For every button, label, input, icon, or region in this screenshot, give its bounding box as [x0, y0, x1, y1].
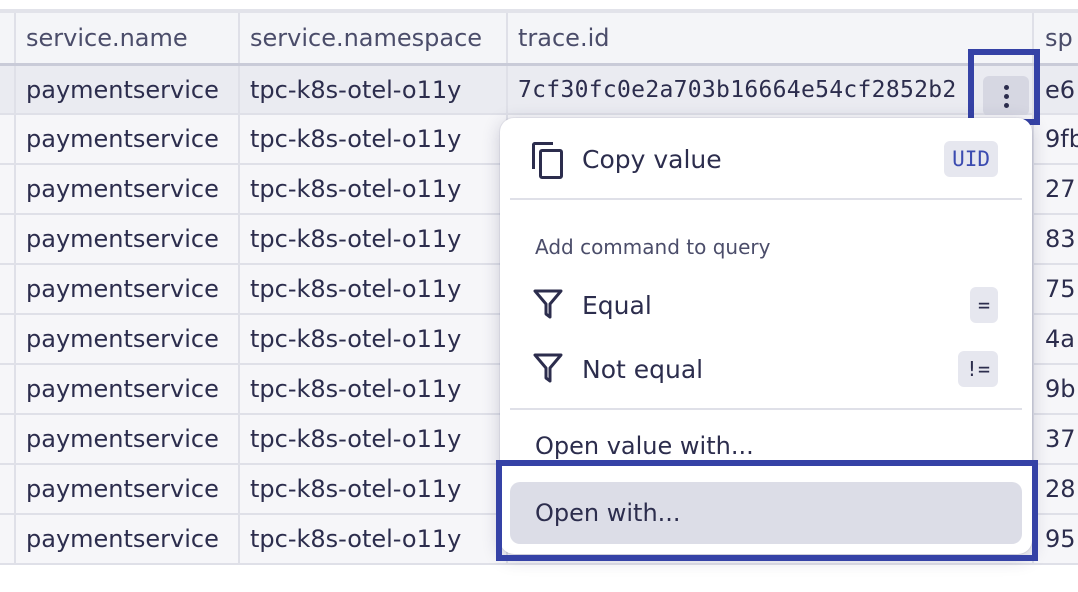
cell-service-namespace[interactable]: tpc-k8s-otel-o11y — [240, 515, 508, 563]
menu-item-copy-value[interactable]: Copy value UID — [510, 128, 1022, 190]
cell-service-name[interactable]: paymentservice — [14, 66, 240, 113]
cell-service-namespace[interactable]: tpc-k8s-otel-o11y — [240, 315, 508, 363]
column-header-trace-id[interactable]: trace.id — [508, 13, 1034, 63]
copy-icon — [532, 142, 563, 179]
cell-span[interactable]: 9fb — [1034, 115, 1078, 163]
cell-more-actions-button[interactable] — [983, 76, 1029, 116]
cell-service-name[interactable]: paymentservice — [14, 515, 240, 563]
table-row[interactable]: paymentservice tpc-k8s-otel-o11y 7cf30fc… — [0, 65, 1078, 116]
menu-item-open-value-with[interactable]: Open value with... — [510, 418, 1022, 480]
menu-divider — [510, 198, 1022, 200]
more-vertical-icon — [1003, 84, 1009, 90]
cell-span[interactable]: 75 — [1034, 265, 1078, 313]
open-value-with-label: Open value with... — [535, 432, 754, 460]
more-vertical-icon — [1003, 102, 1009, 108]
cell-span[interactable]: e6 — [1034, 66, 1078, 113]
cell-service-name[interactable]: paymentservice — [14, 465, 240, 513]
cell-service-name[interactable]: paymentservice — [14, 215, 240, 263]
uid-badge: UID — [944, 141, 998, 177]
cell-service-namespace[interactable]: tpc-k8s-otel-o11y — [240, 215, 508, 263]
cell-span[interactable]: 83 — [1034, 215, 1078, 263]
cell-trace-id[interactable]: 7cf30fc0e2a703b16664e54cf2852b2 — [508, 66, 1034, 113]
equal-shortcut: = — [969, 287, 998, 323]
cell-service-namespace[interactable]: tpc-k8s-otel-o11y — [240, 365, 508, 413]
menu-divider — [510, 408, 1022, 410]
cell-service-namespace[interactable]: tpc-k8s-otel-o11y — [240, 165, 508, 213]
cell-service-namespace[interactable]: tpc-k8s-otel-o11y — [240, 265, 508, 313]
not-equal-shortcut: != — [957, 351, 998, 387]
filter-icon — [533, 353, 563, 383]
menu-section-label: Add command to query — [535, 235, 771, 259]
copy-value-label: Copy value — [582, 144, 722, 174]
cell-service-name[interactable]: paymentservice — [14, 415, 240, 463]
menu-item-open-with[interactable]: Open with... — [510, 482, 1022, 544]
column-header-span[interactable]: sp — [1034, 13, 1078, 63]
column-header-service-namespace[interactable]: service.namespace — [240, 13, 508, 63]
cell-service-namespace[interactable]: tpc-k8s-otel-o11y — [240, 115, 508, 163]
cell-span[interactable]: 28 — [1034, 465, 1078, 513]
open-with-label: Open with... — [535, 499, 681, 527]
column-header-service-name[interactable]: service.name — [14, 13, 240, 63]
trace-id-value: 7cf30fc0e2a703b16664e54cf2852b2 — [518, 76, 957, 103]
cell-service-namespace[interactable]: tpc-k8s-otel-o11y — [240, 415, 508, 463]
cell-service-name[interactable]: paymentservice — [14, 315, 240, 363]
cell-span[interactable]: 27 — [1034, 165, 1078, 213]
cell-service-name[interactable]: paymentservice — [14, 165, 240, 213]
more-vertical-icon — [1003, 93, 1009, 99]
cell-span[interactable]: 9b — [1034, 365, 1078, 413]
cell-context-menu: Copy value UID Add command to query Equa… — [500, 118, 1032, 554]
cell-service-namespace[interactable]: tpc-k8s-otel-o11y — [240, 66, 508, 113]
cell-service-name[interactable]: paymentservice — [14, 115, 240, 163]
cell-service-namespace[interactable]: tpc-k8s-otel-o11y — [240, 465, 508, 513]
not-equal-label: Not equal — [582, 354, 704, 384]
cell-service-name[interactable]: paymentservice — [14, 265, 240, 313]
equal-label: Equal — [582, 290, 652, 320]
cell-service-name[interactable]: paymentservice — [14, 365, 240, 413]
menu-item-equal[interactable]: Equal = — [510, 274, 1022, 336]
filter-icon — [533, 289, 563, 319]
cell-span[interactable]: 95 — [1034, 515, 1078, 563]
menu-item-not-equal[interactable]: Not equal != — [510, 338, 1022, 400]
cell-span[interactable]: 4a — [1034, 315, 1078, 363]
table-header: service.name service.namespace trace.id … — [0, 13, 1078, 65]
cell-span[interactable]: 37 — [1034, 415, 1078, 463]
